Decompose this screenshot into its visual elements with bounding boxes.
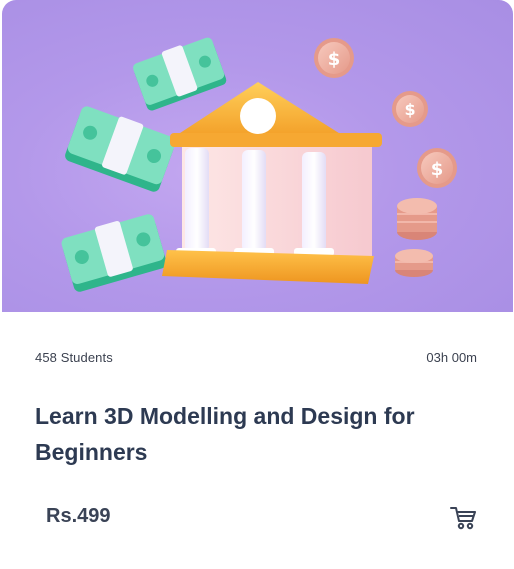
course-card[interactable]: $ $ $ 458 Students 03h 00m Learn 3D Mode… <box>2 0 513 569</box>
course-title[interactable]: Learn 3D Modelling and Design for Beginn… <box>35 398 415 470</box>
coin-3: $ <box>417 148 457 188</box>
coin-stack-2 <box>395 249 433 277</box>
coin-2: $ <box>392 91 428 127</box>
course-duration: 03h 00m <box>426 350 477 365</box>
coin-stack-1 <box>397 198 437 240</box>
coin-1: $ <box>314 38 354 78</box>
money-stack-top <box>133 37 227 111</box>
course-price: Rs.499 <box>46 505 111 527</box>
students-count: 458 Students <box>35 350 113 365</box>
svg-text:$: $ <box>404 100 415 119</box>
course-thumbnail[interactable]: $ $ $ <box>2 0 513 312</box>
shopping-cart-icon <box>450 507 476 530</box>
add-to-cart-button[interactable] <box>447 504 479 532</box>
money-stack-bottom <box>61 214 167 292</box>
svg-text:$: $ <box>328 49 341 70</box>
svg-text:$: $ <box>431 159 444 180</box>
bank-illustration: $ $ $ <box>61 37 457 292</box>
bank-building <box>162 82 382 284</box>
money-stack-left <box>65 106 176 192</box>
